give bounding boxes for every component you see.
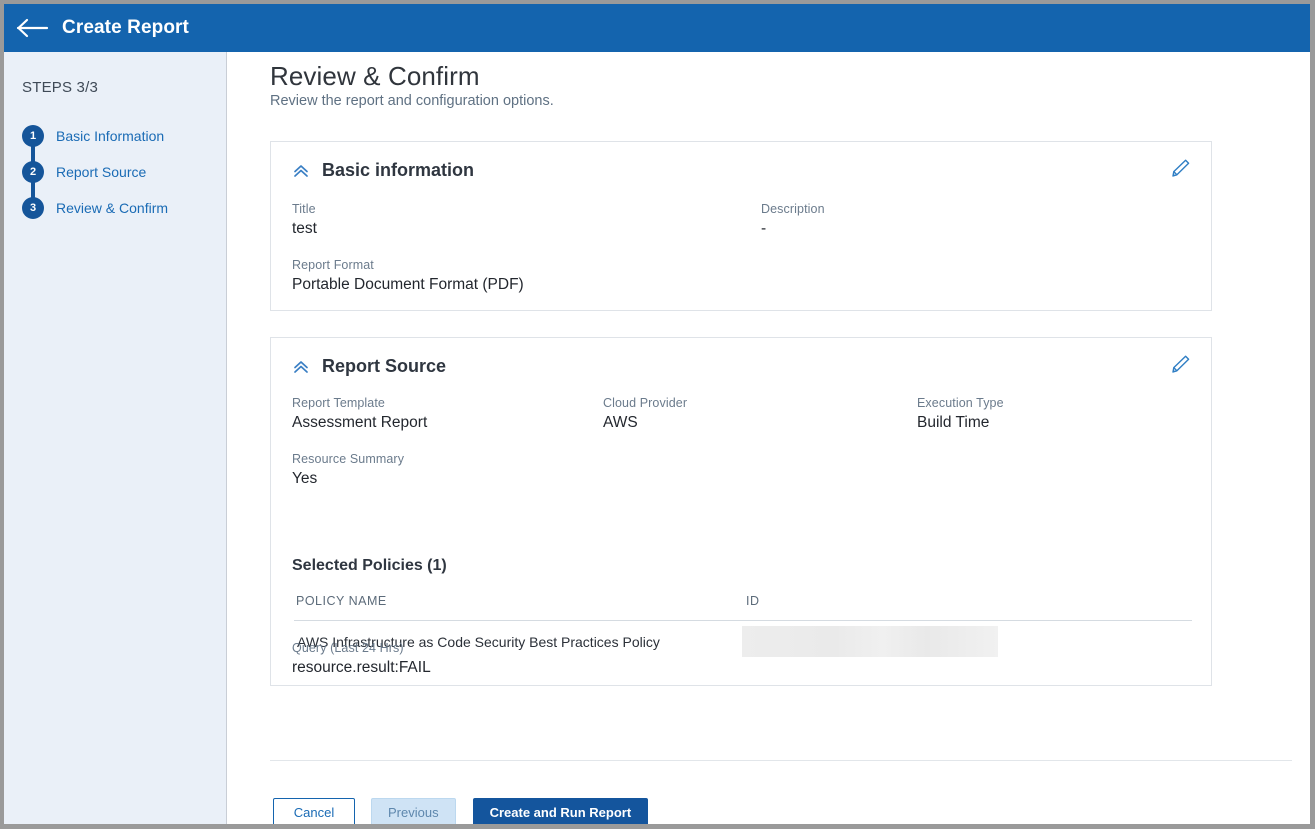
previous-button[interactable]: Previous — [371, 798, 456, 824]
basic-information-header[interactable]: Basic information — [292, 160, 474, 181]
main-content: Review & Confirm Review the report and c… — [228, 52, 1310, 824]
field-label: Report Template — [292, 396, 385, 410]
footer-actions: Cancel Previous Create and Run Report — [273, 798, 649, 824]
page-subtitle: Review the report and configuration opti… — [270, 93, 554, 109]
step-marker: 1 — [22, 125, 44, 165]
wizard-sidebar: STEPS 3/3 1 Basic Information 2 Report S… — [4, 52, 227, 824]
app-header: Create Report — [4, 4, 1310, 52]
step-number: 3 — [22, 197, 44, 219]
selected-policies-title: Selected Policies (1) — [292, 557, 447, 574]
step-number: 2 — [22, 161, 44, 183]
chevron-double-up-icon[interactable] — [292, 162, 310, 180]
app-window: Create Report STEPS 3/3 1 Basic Informat… — [0, 0, 1315, 829]
sidebar-step-label: Review & Confirm — [56, 200, 169, 216]
field-value: test — [292, 220, 317, 237]
field-value: - — [761, 220, 767, 237]
field-value: resource.result:FAIL — [292, 659, 431, 676]
sidebar-step-label: Report Source — [56, 164, 147, 180]
create-and-run-report-button[interactable]: Create and Run Report — [472, 798, 649, 824]
policies-table-header: POLICY NAME ID — [294, 594, 1192, 621]
basic-information-card: Basic information Title test Description… — [270, 141, 1212, 311]
field-query: Query (Last 24 Hrs) resource.result:FAIL — [292, 641, 431, 677]
pencil-icon[interactable] — [1167, 352, 1193, 378]
column-header-id: ID — [746, 594, 760, 608]
field-execution-type: Execution Type Build Time — [917, 396, 1004, 432]
field-value: Portable Document Format (PDF) — [292, 276, 524, 293]
back-arrow-icon[interactable] — [16, 16, 50, 40]
step-marker: 3 — [22, 197, 44, 219]
field-label: Report Format — [292, 258, 374, 272]
field-label: Execution Type — [917, 396, 1004, 410]
field-description: Description - — [761, 202, 825, 238]
field-label: Description — [761, 202, 825, 216]
sidebar-step-basic-information[interactable]: 1 Basic Information — [22, 118, 212, 165]
field-value: Build Time — [917, 414, 990, 431]
footer-divider — [270, 760, 1292, 761]
sidebar-step-review-confirm[interactable]: 3 Review & Confirm — [22, 190, 212, 226]
step-number: 1 — [22, 125, 44, 147]
cell-id-redacted — [742, 626, 998, 657]
report-source-title: Report Source — [322, 356, 447, 376]
field-cloud-provider: Cloud Provider AWS — [603, 396, 687, 432]
app-title: Create Report — [62, 17, 189, 38]
edit-report-source-button[interactable] — [1167, 352, 1193, 378]
field-label: Title — [292, 202, 316, 216]
field-title: Title test — [292, 202, 317, 238]
field-label: Cloud Provider — [603, 396, 688, 410]
sidebar-step-report-source[interactable]: 2 Report Source — [22, 154, 212, 201]
field-value: Assessment Report — [292, 414, 428, 431]
report-source-card: Report Source Report Template Assessment… — [270, 337, 1212, 686]
field-report-template: Report Template Assessment Report — [292, 396, 427, 432]
column-header-policy-name: POLICY NAME — [296, 594, 387, 608]
step-marker: 2 — [22, 161, 44, 201]
field-value: AWS — [603, 414, 638, 431]
sidebar-step-label: Basic Information — [56, 128, 165, 144]
field-report-format: Report Format Portable Document Format (… — [292, 258, 524, 294]
field-value: Yes — [292, 470, 318, 487]
report-source-header[interactable]: Report Source — [292, 356, 446, 377]
edit-basic-information-button[interactable] — [1167, 156, 1193, 182]
field-resource-summary: Resource Summary Yes — [292, 452, 404, 488]
cancel-button[interactable]: Cancel — [273, 798, 355, 824]
basic-information-title: Basic information — [322, 160, 475, 180]
steps-counter: STEPS 3/3 — [22, 79, 99, 96]
steps-list: 1 Basic Information 2 Report Source 3 Re… — [22, 118, 212, 226]
field-label: Resource Summary — [292, 452, 405, 466]
pencil-icon[interactable] — [1167, 156, 1193, 182]
chevron-double-up-icon[interactable] — [292, 358, 310, 376]
field-label: Query (Last 24 Hrs) — [292, 641, 404, 655]
page-title: Review & Confirm — [270, 61, 480, 91]
